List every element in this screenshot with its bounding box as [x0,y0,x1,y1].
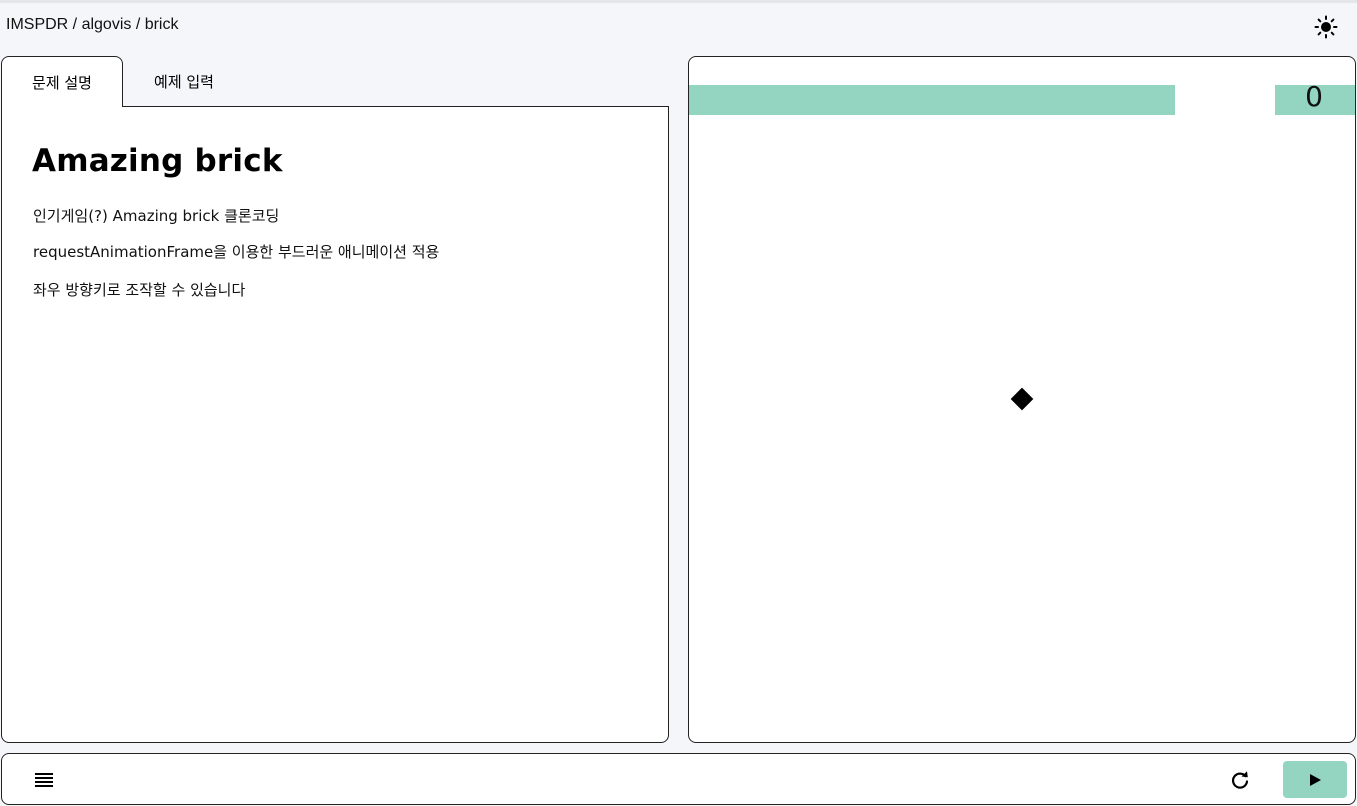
bottom-toolbar [1,753,1356,805]
tab-label: 예제 입력 [154,73,214,91]
description-line: 인기게임(?) Amazing brick 클론코딩 [33,207,280,225]
menu-button[interactable] [30,766,58,794]
player-diamond [1010,387,1034,411]
header: IMSPDR / algovis / brick [0,3,1357,49]
tab-example-input[interactable]: 예제 입력 [123,56,245,107]
tab-problem-description[interactable]: 문제 설명 [1,56,123,107]
sun-icon [1314,15,1338,39]
problem-title: Amazing brick [32,143,283,179]
description-panel: Amazing brick 인기게임(?) Amazing brick 클론코딩… [1,106,669,743]
score-display: 0 [1305,80,1323,113]
brick-left [689,85,1175,115]
theme-toggle-button[interactable] [1311,12,1341,42]
description-line: 좌우 방향키로 조작할 수 있습니다 [33,281,246,299]
tab-label: 문제 설명 [32,73,92,92]
play-button[interactable] [1283,761,1347,798]
play-icon [1310,773,1321,786]
reload-icon [1231,771,1249,789]
reload-button[interactable] [1226,766,1254,794]
description-line: requestAnimationFrame을 이용한 부드러운 애니메이션 적용 [33,243,440,261]
menu-icon [35,773,53,787]
breadcrumb: IMSPDR / algovis / brick [6,16,179,33]
game-canvas[interactable]: 0 [688,56,1356,743]
